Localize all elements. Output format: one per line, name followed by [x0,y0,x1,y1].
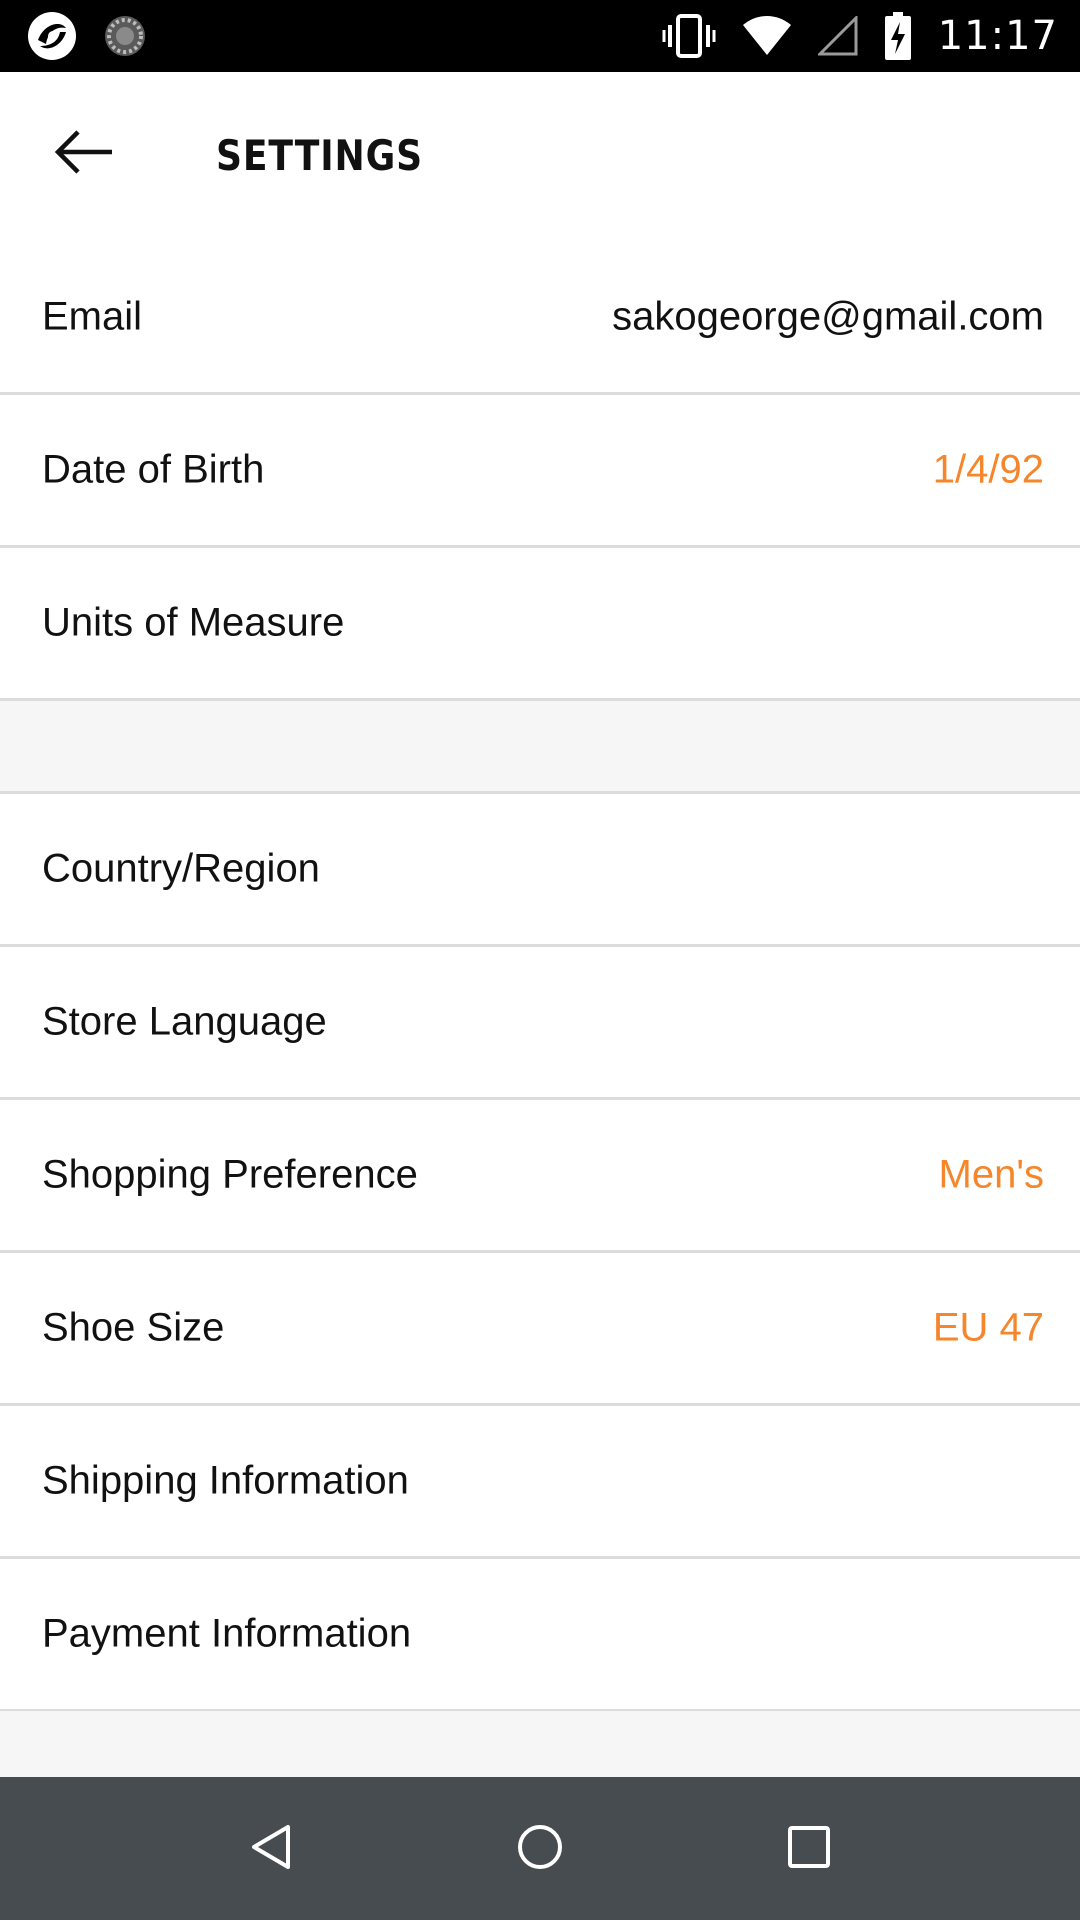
shoe-size-value: EU 47 [932,1305,1044,1350]
status-bar: 11:17 [0,0,1080,72]
settings-row-label: Shoe Size [42,1305,225,1350]
wifi-icon [742,15,792,57]
status-right-icons: 11:17 [662,8,1058,64]
settings-row-label: Date of Birth [42,447,265,492]
app-header: SETTINGS [0,72,1080,242]
settings-row-label: Country/Region [42,846,320,891]
settings-row-shopping-preference[interactable]: Shopping Preference Men's [0,1100,1080,1253]
app-notification-icon [26,10,78,62]
date-of-birth-value: 1/4/92 [932,447,1044,492]
status-time: 11:17 [937,13,1058,59]
settings-row-label: Store Language [42,999,327,1044]
nav-home-icon [516,1823,564,1876]
back-button[interactable] [42,120,126,188]
settings-row-units-of-measure[interactable]: Units of Measure [0,548,1080,701]
system-nav-bar [0,1777,1080,1920]
nav-recents-button[interactable] [773,1813,845,1885]
settings-row-shoe-size[interactable]: Shoe Size EU 47 [0,1253,1080,1406]
settings-row-store-language[interactable]: Store Language [0,947,1080,1100]
nav-back-button[interactable] [234,1813,306,1885]
battery-charging-icon [884,12,912,60]
list-bottom-background [0,1711,1080,1777]
shopping-preference-value: Men's [938,1152,1044,1197]
status-left-icons [26,12,148,60]
page-title: SETTINGS [216,131,424,180]
email-value: sakogeorge@gmail.com [612,294,1044,339]
settings-row-payment-information[interactable]: Payment Information [0,1559,1080,1712]
settings-row-country-region[interactable]: Country/Region [0,794,1080,947]
vibrate-icon [662,13,716,59]
nav-back-icon [248,1823,292,1876]
settings-row-label: Units of Measure [42,600,345,645]
settings-row-label: Shopping Preference [42,1152,418,1197]
nav-recents-icon [787,1825,831,1874]
section-divider [0,701,1080,794]
arrow-left-icon [54,129,114,179]
settings-list: Email sakogeorge@gmail.com Date of Birth… [0,242,1080,1712]
settings-row-label: Shipping Information [42,1458,409,1503]
nav-home-button[interactable] [504,1813,576,1885]
settings-row-shipping-information[interactable]: Shipping Information [0,1406,1080,1559]
sync-spinner-icon [102,13,148,59]
settings-row-label: Payment Information [42,1611,412,1656]
settings-row-date-of-birth[interactable]: Date of Birth 1/4/92 [0,395,1080,548]
settings-row-label: Email [42,294,143,339]
settings-row-email[interactable]: Email sakogeorge@gmail.com [0,242,1080,395]
cell-signal-icon [817,16,858,56]
